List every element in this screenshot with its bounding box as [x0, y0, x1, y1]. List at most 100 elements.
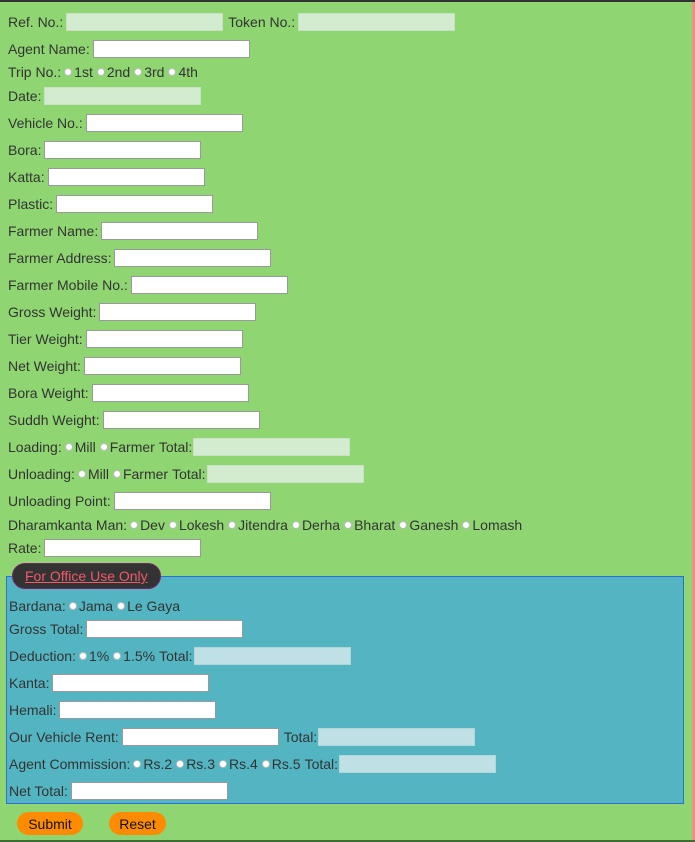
net-weight-label: Net Weight: [8, 358, 81, 374]
farmer-address-field[interactable] [114, 249, 272, 267]
unloading-radio-mill[interactable]: Mill [77, 466, 109, 482]
loading-row: Loading: Mill Farmer Total: [8, 436, 351, 458]
ref-no-field[interactable] [66, 13, 224, 31]
radio-icon[interactable] [134, 68, 143, 76]
dharamkanta-radio-lomash[interactable]: Lomash [462, 517, 522, 533]
agent-commission-total-field[interactable] [339, 755, 497, 773]
date-field[interactable] [44, 87, 202, 105]
radio-icon[interactable] [64, 68, 73, 76]
radio-icon[interactable] [176, 760, 185, 768]
radio-icon[interactable] [130, 521, 139, 529]
radio-icon[interactable] [399, 521, 408, 529]
trip-radio-2nd[interactable]: 2nd [96, 64, 130, 80]
radio-icon[interactable] [344, 521, 353, 529]
bora-label: Bora: [8, 142, 42, 158]
radio-icon[interactable] [218, 760, 227, 768]
vehicle-no-label: Vehicle No.: [8, 115, 83, 131]
katta-field[interactable] [47, 168, 205, 186]
net-total-label: Net Total: [9, 783, 68, 799]
radio-icon[interactable] [113, 652, 122, 660]
vehicle-rent-row: Our Vehicle Rent: Total: [9, 726, 476, 748]
gross-weight-field[interactable] [99, 303, 257, 321]
bora-weight-label: Bora Weight: [8, 385, 89, 401]
trip-radio-3rd[interactable]: 3rd [134, 64, 164, 80]
trip-radio-4th[interactable]: 4th [168, 64, 198, 80]
dharamkanta-radio-jitendra[interactable]: Jitendra [228, 517, 288, 533]
radio-icon[interactable] [64, 443, 73, 451]
hemali-field[interactable] [59, 701, 217, 719]
trip-radio-1st[interactable]: 1st [64, 64, 93, 80]
farmer-name-row: Farmer Name: [8, 220, 259, 242]
commission-radio-rs4[interactable]: Rs.4 [218, 756, 258, 772]
loading-radio-farmer[interactable]: Farmer [99, 439, 155, 455]
date-label: Date: [8, 88, 42, 104]
bora-row: Bora: [8, 139, 202, 161]
dharamkanta-row: Dharamkanta Man: Dev Lokesh Jitendra Der… [8, 514, 526, 536]
radio-icon[interactable] [78, 652, 87, 660]
dharamkanta-radio-bharat[interactable]: Bharat [344, 517, 395, 533]
vehicle-rent-field[interactable] [121, 728, 279, 746]
bora-weight-field[interactable] [91, 384, 249, 402]
rate-field[interactable] [44, 539, 202, 557]
token-no-field[interactable] [298, 13, 456, 31]
radio-icon[interactable] [291, 521, 300, 529]
net-weight-field[interactable] [83, 357, 241, 375]
deduction-radio-1-5[interactable]: 1.5% [113, 648, 155, 664]
farmer-name-label: Farmer Name: [8, 223, 99, 239]
radio-icon[interactable] [117, 602, 126, 610]
ref-token-row: Ref. No.: Token No.: [8, 11, 456, 33]
submit-button[interactable]: Submit [17, 812, 83, 835]
radio-icon[interactable] [462, 521, 471, 529]
tier-weight-field[interactable] [85, 330, 243, 348]
commission-radio-rs5[interactable]: Rs.5 [261, 756, 301, 772]
loading-radio-mill[interactable]: Mill [64, 439, 96, 455]
radio-icon[interactable] [68, 602, 77, 610]
kanta-row: Kanta: [9, 672, 210, 694]
deduction-total-field[interactable] [193, 647, 351, 665]
radio-icon[interactable] [261, 760, 270, 768]
agent-name-field[interactable] [92, 40, 250, 58]
radio-icon[interactable] [77, 470, 86, 478]
farmer-mobile-field[interactable] [130, 276, 288, 294]
bora-field[interactable] [44, 141, 202, 159]
katta-label: Katta: [8, 169, 45, 185]
trip-no-row: Trip No.: 1st 2nd 3rd 4th [8, 61, 202, 83]
unloading-point-field[interactable] [113, 492, 271, 510]
suddh-weight-field[interactable] [102, 411, 260, 429]
dharamkanta-radio-dev[interactable]: Dev [130, 517, 165, 533]
commission-radio-rs3[interactable]: Rs.3 [176, 756, 215, 772]
unloading-radio-farmer[interactable]: Farmer [112, 466, 168, 482]
radio-icon[interactable] [99, 443, 108, 451]
net-total-field[interactable] [70, 782, 228, 800]
radio-icon[interactable] [96, 68, 105, 76]
deduction-total-label: Total: [159, 648, 193, 664]
radio-icon[interactable] [168, 68, 177, 76]
vehicle-no-field[interactable] [85, 114, 243, 132]
unloading-total-field[interactable] [206, 465, 364, 483]
bardana-radio-le-gaya[interactable]: Le Gaya [117, 598, 180, 614]
vehicle-rent-total-field[interactable] [318, 728, 476, 746]
reset-button[interactable]: Reset [109, 812, 166, 835]
gross-weight-row: Gross Weight: [8, 301, 257, 323]
radio-icon[interactable] [112, 470, 121, 478]
commission-radio-rs2[interactable]: Rs.2 [133, 756, 172, 772]
kanta-field[interactable] [52, 674, 210, 692]
plastic-label: Plastic: [8, 196, 54, 212]
loading-total-label: Total: [158, 439, 193, 455]
dharamkanta-radio-derha[interactable]: Derha [291, 517, 340, 533]
plastic-field[interactable] [56, 195, 214, 213]
agent-commission-label: Agent Commission: [9, 756, 131, 772]
dharamkanta-radio-ganesh[interactable]: Ganesh [399, 517, 458, 533]
deduction-radio-1[interactable]: 1% [78, 648, 109, 664]
dharamkanta-label: Dharamkanta Man: [8, 517, 128, 533]
vehicle-no-row: Vehicle No.: [8, 112, 243, 134]
loading-total-field[interactable] [193, 438, 351, 456]
radio-icon[interactable] [228, 521, 237, 529]
dharamkanta-radio-lokesh[interactable]: Lokesh [168, 517, 224, 533]
unloading-point-label: Unloading Point: [8, 493, 111, 509]
radio-icon[interactable] [168, 521, 177, 529]
gross-total-field[interactable] [86, 620, 244, 638]
radio-icon[interactable] [133, 760, 142, 768]
bardana-radio-jama[interactable]: Jama [68, 598, 113, 614]
farmer-name-field[interactable] [101, 222, 259, 240]
